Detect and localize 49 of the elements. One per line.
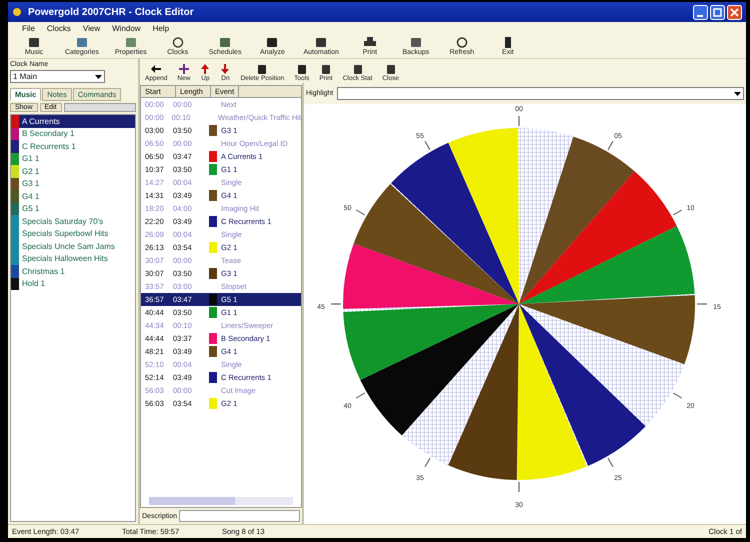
toolbar-icon [364, 37, 376, 48]
category-item[interactable]: Specials Saturday 70's [11, 215, 135, 228]
dropdown-arrow-icon [733, 89, 742, 98]
menu-item[interactable]: Clocks [46, 24, 71, 33]
toolbar-icon [76, 37, 88, 48]
highlight-dropdown[interactable] [337, 87, 744, 100]
toolbar-icon [178, 64, 189, 74]
toolbar-icon [321, 64, 332, 74]
toolbar-icon [124, 37, 137, 48]
toolbar-icon [220, 64, 230, 74]
menu-item[interactable]: File [22, 24, 35, 33]
description-field[interactable] [179, 510, 300, 522]
category-item[interactable]: Hold 1 [11, 278, 135, 290]
toolbar-icon [172, 37, 184, 48]
toolbar-icon [296, 64, 307, 74]
menu-item[interactable]: View [82, 24, 100, 33]
window-title: Powergold 2007CHR - Clock Editor [28, 6, 194, 18]
category-item[interactable]: Specials Halloween Hits [11, 252, 135, 265]
category-item[interactable]: A Currents [11, 115, 135, 128]
category-item[interactable]: G3 1 [11, 178, 135, 190]
category-item[interactable]: Christmas 1 [11, 265, 135, 278]
category-item[interactable]: G5 1 [11, 202, 135, 215]
horizontal-scrollbar[interactable] [149, 497, 293, 505]
category-item[interactable]: C Recurrents 1 [11, 140, 135, 152]
toolbar-icon [386, 64, 396, 74]
dropdown-arrow-icon [94, 72, 103, 81]
menu-item[interactable]: Help [152, 24, 170, 33]
toolbar-icon [200, 64, 210, 74]
category-item[interactable]: G4 1 [11, 190, 135, 202]
minimize-button[interactable] [693, 4, 708, 20]
toolbar-icon [151, 64, 162, 74]
toolbar-icon [352, 64, 363, 74]
category-item[interactable]: B Secondary 1 [11, 128, 135, 140]
toolbar-icon [410, 37, 422, 48]
category-item[interactable]: Specials Superbowl Hits [11, 228, 135, 240]
toolbar-icon [257, 64, 268, 74]
clock-name-dropdown[interactable]: 1 Main [10, 70, 105, 83]
maximize-button[interactable] [710, 4, 725, 20]
toolbar-icon [456, 37, 468, 48]
app-icon [12, 7, 22, 17]
toolbar-icon [266, 37, 278, 48]
category-item[interactable]: G1 1 [11, 152, 135, 165]
toolbar-icon [28, 37, 40, 48]
toolbar-icon [219, 37, 232, 48]
category-item[interactable]: G2 1 [11, 165, 135, 178]
menu-item[interactable]: Window [112, 24, 141, 33]
category-item[interactable]: Specials Uncle Sam Jams [11, 240, 135, 252]
toolbar-icon [315, 37, 328, 48]
close-button[interactable] [727, 4, 742, 20]
